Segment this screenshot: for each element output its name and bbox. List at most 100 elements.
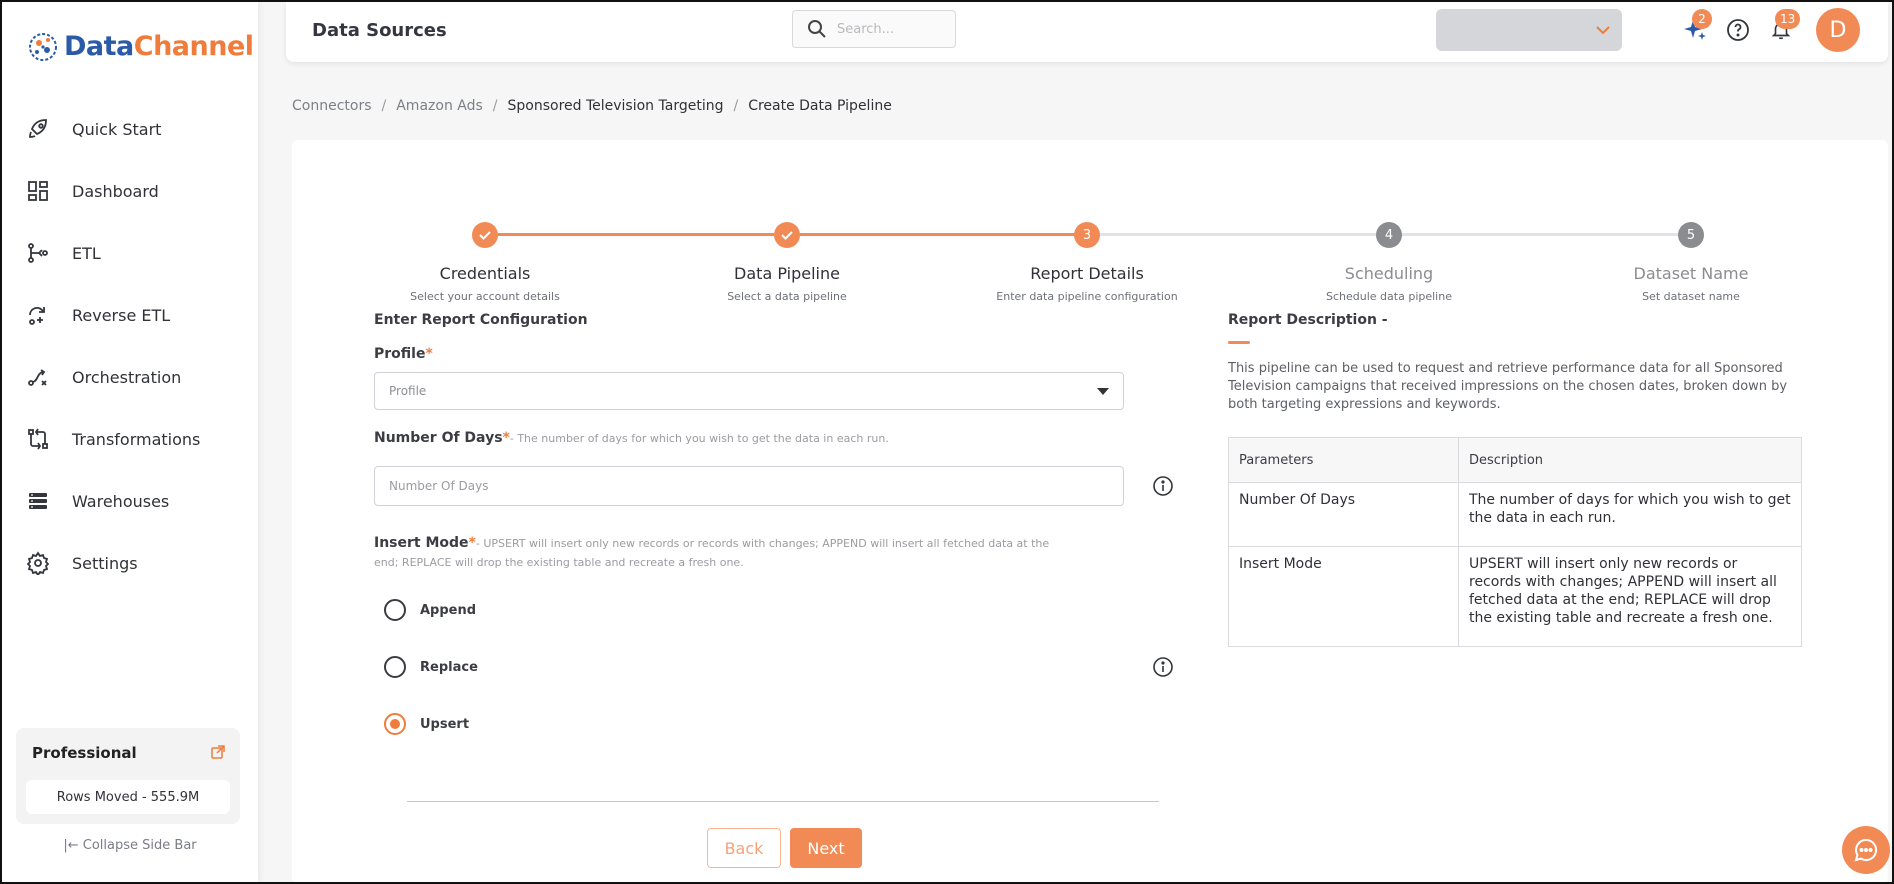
logo-text-data: Data	[64, 30, 134, 62]
step-4-subtitle: Schedule data pipeline	[1326, 290, 1452, 303]
profile-label: Profile*	[374, 346, 433, 362]
table-cell-description: UPSERT will insert only new records or r…	[1458, 546, 1802, 647]
help-button[interactable]	[1725, 17, 1751, 43]
sidebar-item-label: Dashboard	[72, 181, 159, 201]
sparkle-badge: 2	[1692, 9, 1712, 29]
parameters-table: Parameters Description Number Of Days Th…	[1228, 437, 1802, 647]
days-label-text: Number Of Days	[374, 430, 503, 446]
radio-label: Upsert	[420, 716, 470, 732]
step-connector-2	[800, 233, 1076, 236]
radio-replace[interactable]: Replace	[384, 656, 478, 678]
datachannel-logo[interactable]: DataChannel	[26, 28, 254, 64]
required-marker: *	[425, 346, 433, 362]
breadcrumb-connectors[interactable]: Connectors	[292, 98, 372, 114]
radio-circle[interactable]	[384, 656, 406, 678]
radio-upsert[interactable]: Upsert	[384, 713, 469, 735]
step-1-check	[472, 222, 498, 248]
breadcrumb-separator: /	[733, 98, 739, 114]
sidebar-item-label: Settings	[72, 553, 138, 573]
table-cell-parameter: Number Of Days	[1228, 482, 1459, 547]
sidebar-item-warehouses[interactable]: Warehouses	[2, 470, 258, 532]
days-label: Number Of Days*- The number of days for …	[374, 430, 889, 446]
days-hint: - The number of days for which you wish …	[509, 432, 889, 445]
radio-circle[interactable]	[384, 599, 406, 621]
title-underline	[1228, 341, 1250, 344]
breadcrumb-amazon-ads[interactable]: Amazon Ads	[396, 98, 483, 114]
sidebar-item-orchestration[interactable]: Orchestration	[2, 346, 258, 408]
table-cell-description: The number of days for which you wish to…	[1458, 482, 1802, 547]
sidebar-item-label: Quick Start	[72, 119, 162, 139]
sidebar-item-etl[interactable]: ETL	[2, 222, 258, 284]
account-selector[interactable]	[1436, 9, 1622, 51]
radio-circle-selected[interactable]	[384, 713, 406, 735]
collapse-sidebar-button[interactable]: |← Collapse Side Bar	[2, 838, 258, 853]
profile-label-text: Profile	[374, 346, 426, 362]
reverse-etl-icon	[24, 301, 52, 329]
stepper: 3 4 5 Credentials Select your account de…	[292, 180, 1888, 303]
etl-icon	[24, 239, 52, 267]
warehouses-icon	[24, 487, 52, 515]
step-4-title: Scheduling	[1344, 264, 1434, 283]
top-header: Data Sources 2 13 D	[286, 2, 1888, 62]
step-5-number: 5	[1678, 222, 1704, 248]
radio-label: Append	[420, 602, 477, 618]
sidebar: DataChannel Quick Start Dashboard ETL Re…	[2, 2, 258, 882]
transformations-icon	[24, 425, 52, 453]
table-cell-parameter: Insert Mode	[1228, 546, 1459, 647]
gear-icon	[24, 549, 52, 577]
required-marker: *	[502, 430, 510, 446]
logo-globe-icon	[29, 33, 57, 61]
account-name-redacted	[1450, 23, 1574, 37]
external-link-icon[interactable]	[210, 744, 226, 760]
sidebar-item-transformations[interactable]: Transformations	[2, 408, 258, 470]
plan-title: Professional	[32, 744, 137, 762]
step-1-subtitle: Select your account details	[410, 290, 560, 303]
collapse-left-icon: |←	[63, 838, 79, 853]
search-box[interactable]	[792, 10, 956, 48]
step-1-title: Credentials	[439, 264, 531, 283]
sidebar-item-settings[interactable]: Settings	[2, 532, 258, 594]
table-header-row: Parameters Description	[1228, 437, 1802, 483]
sidebar-item-label: Warehouses	[72, 491, 170, 511]
step-5-subtitle: Set dataset name	[1642, 290, 1740, 303]
search-input[interactable]	[837, 21, 937, 37]
sidebar-item-reverse-etl[interactable]: Reverse ETL	[2, 284, 258, 346]
step-5-title: Dataset Name	[1633, 264, 1749, 283]
collapse-sidebar-label: Collapse Side Bar	[82, 838, 197, 853]
chat-bubble-icon	[1854, 838, 1878, 862]
number-of-days-input[interactable]	[374, 466, 1124, 506]
report-description-text: This pipeline can be used to request and…	[1228, 361, 1788, 412]
breadcrumb-sponsored-tv[interactable]: Sponsored Television Targeting	[508, 98, 724, 114]
breadcrumb-current: Create Data Pipeline	[748, 98, 892, 114]
back-button[interactable]: Back	[707, 828, 781, 868]
step-3-subtitle: Enter data pipeline configuration	[996, 290, 1178, 303]
info-icon[interactable]	[1152, 656, 1174, 678]
step-connector-3	[1100, 233, 1376, 236]
step-connector-1	[498, 233, 774, 236]
insert-mode-label: Insert Mode*- UPSERT will insert only ne…	[374, 534, 1074, 572]
breadcrumb-separator: /	[381, 98, 387, 114]
next-button[interactable]: Next	[790, 828, 862, 868]
page-title: Data Sources	[312, 20, 447, 41]
sidebar-item-quick-start[interactable]: Quick Start	[2, 98, 258, 160]
breadcrumb: Connectors / Amazon Ads / Sponsored Tele…	[292, 98, 892, 114]
required-marker: *	[468, 535, 476, 551]
step-4-number: 4	[1376, 222, 1402, 248]
sidebar-item-dashboard[interactable]: Dashboard	[2, 160, 258, 222]
caret-down-icon	[1097, 388, 1109, 395]
insert-mode-hint: - UPSERT will insert only new records or…	[374, 537, 1050, 569]
search-icon	[808, 20, 826, 38]
chat-support-button[interactable]	[1842, 826, 1890, 874]
report-description-title: Report Description -	[1228, 312, 1388, 328]
step-3-number: 3	[1074, 222, 1100, 248]
sidebar-item-label: ETL	[72, 243, 101, 263]
radio-append[interactable]: Append	[384, 599, 476, 621]
sidebar-item-label: Reverse ETL	[72, 305, 171, 325]
avatar[interactable]: D	[1816, 8, 1860, 52]
profile-select[interactable]: Profile	[374, 372, 1124, 410]
table-row: Number Of Days The number of days for wh…	[1228, 482, 1802, 547]
step-3-title: Report Details	[1030, 264, 1144, 283]
table-header-parameters: Parameters	[1228, 437, 1459, 483]
info-icon[interactable]	[1152, 475, 1174, 497]
orchestration-icon	[24, 363, 52, 391]
